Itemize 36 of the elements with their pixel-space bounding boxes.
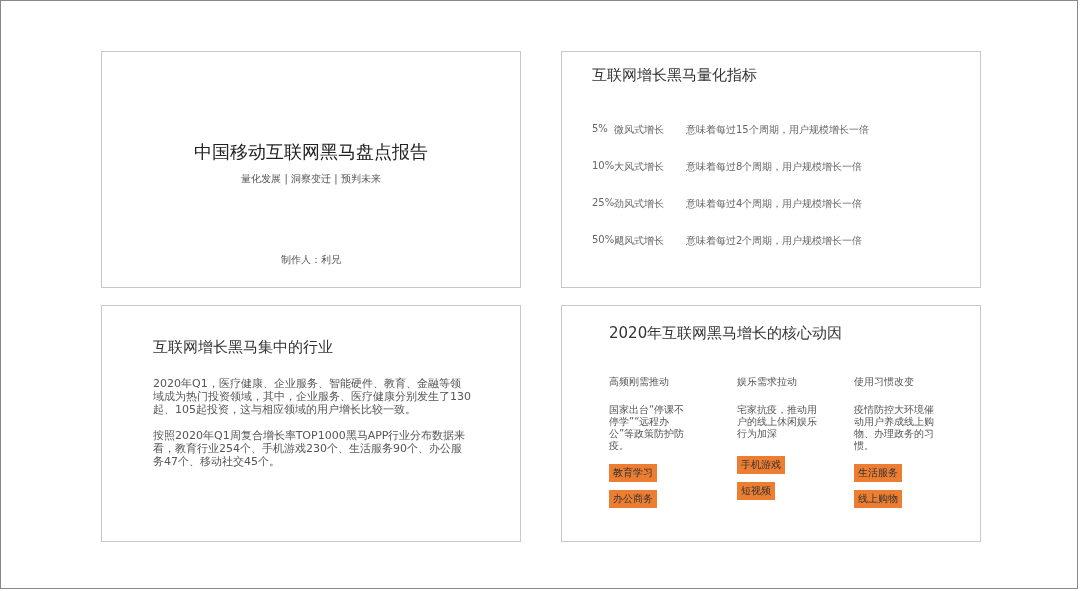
category-tag: 生活服务 xyxy=(853,464,902,482)
body-paragraph: 2020年Q1，医疗健康、企业服务、智能硬件、教育、金融等领域成为热门投资领域，其中，企业服务、医疗健康分别发生了130起、105起投资，这与相应领域的用户增长比较一致。 xyxy=(153,377,471,417)
rate-text: 50% xyxy=(592,234,614,245)
slide-card[interactable]: 互联网增长黑马量化指标 5% 微风式增长 意味着每过15个周期，用户规模增长一倍 10%大风式增长 意味着每过8个周期，用户规模增长一倍 25%劲风式增长 意味着每过4个周期，用户规模增长一倍 50%飓风式增长 意味着每过2个周期，用户规模增长一倍 xyxy=(561,51,981,288)
driver-text: 疫情防控大环境催动用户养成线上购物、办理政务的习惯。 xyxy=(853,404,935,452)
meaning-text: 意味着每过2个周期，用户规模增长一倍 xyxy=(686,234,864,248)
rate-text: 5% xyxy=(592,123,609,136)
growth-name: 飓风式增长 xyxy=(614,234,665,248)
rate-text: 10% xyxy=(592,160,614,173)
slide-title: 中国移动互联网黑马盘点报告 xyxy=(193,140,429,164)
meaning-text: 意味着每过15个周期，用户规模增长一倍 xyxy=(686,123,870,137)
category-tag: 线上购物 xyxy=(853,490,902,508)
slide-card[interactable]: 2020年互联网黑马增长的核心动因 高频刚需推动 国家出台“停课不停学”“远程办公”等政策防护防疫。 教育学习 办公商务 娱乐需求拉动 宅家抗疫，推动用户的线上休闲娱乐行为加深 手机游戏 短视频 使用习惯改变 疫情防控大环境催动用户养成线上购物、办理政务的习惯。 生活服务 线上购物 xyxy=(561,305,981,542)
slide-card[interactable]: 互联网增长黑马集中的行业 2020年Q1，医疗健康、企业服务、智能硬件、教育、金融等领域成为热门投资领域，其中，企业服务、医疗健康分别发生了130起、105起投资，这与相应领域的用户增长比较一致。 按照2020年Q1周复合增长率TOP1000黑马APP行业分布数据来看，教育行业254个、手机游戏230个、生活服务90个、办公服务47个、移动社交45个。 xyxy=(101,305,521,542)
slide-title: 互联网增长黑马量化指标 xyxy=(592,66,758,85)
meaning-text: 意味着每过8个周期，用户规模增长一倍 xyxy=(686,160,864,174)
category-tag: 办公商务 xyxy=(609,490,657,508)
slide-title: 2020年互联网黑马增长的核心动因 xyxy=(609,324,844,343)
growth-name: 微风式增长 xyxy=(614,123,665,137)
meaning-text: 意味着每过4个周期，用户规模增长一倍 xyxy=(686,197,864,211)
body-paragraph: 按照2020年Q1周复合增长率TOP1000黑马APP行业分布数据来看，教育行业254个、手机游戏230个、生活服务90个、办公服务47个、移动社交45个。 xyxy=(153,428,467,469)
driver-heading: 娱乐需求拉动 xyxy=(737,375,798,389)
rate-text: 25% xyxy=(592,197,614,210)
category-tag: 教育学习 xyxy=(609,464,657,482)
driver-heading: 高频刚需推动 xyxy=(609,375,669,389)
driver-text: 宅家抗疫，推动用户的线上休闲娱乐行为加深 xyxy=(737,404,819,441)
category-tag: 短视频 xyxy=(737,482,776,500)
growth-name: 大风式增长 xyxy=(614,160,665,174)
slide-card[interactable]: 中国移动互联网黑马盘点报告 量化发展 | 洞察变迁 | 预判未来 制作人：利兄 xyxy=(101,51,521,288)
author-text: 制作人：利兄 xyxy=(280,253,342,267)
slide-title: 互联网增长黑马集中的行业 xyxy=(153,338,334,357)
driver-text: 国家出台“停课不停学”“远程办公”等政策防护防疫。 xyxy=(609,404,686,452)
driver-heading: 使用习惯改变 xyxy=(853,375,914,389)
category-tag: 手机游戏 xyxy=(737,456,786,474)
growth-name: 劲风式增长 xyxy=(614,197,665,211)
slide-subtitle: 量化发展 | 洞察变迁 | 预判未来 xyxy=(240,172,382,186)
